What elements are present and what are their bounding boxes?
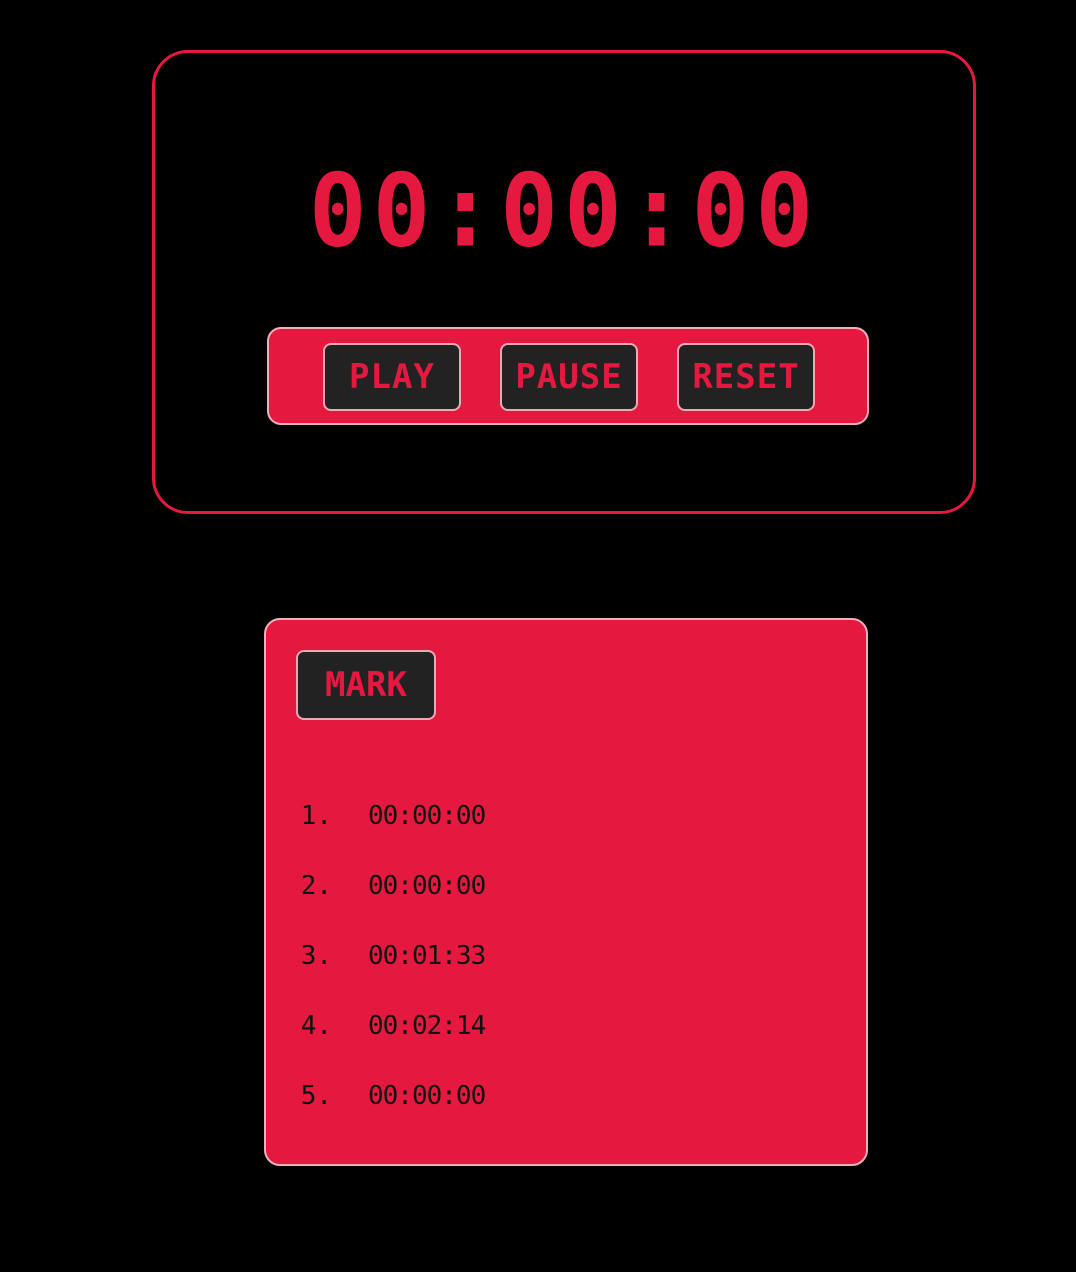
lap-list: 1. 00:00:00 2. 00:00:00 3. 00:01:33 4. 0… (266, 796, 866, 1146)
lap-item: 1. 00:00:00 (266, 796, 866, 866)
lap-item: 3. 00:01:33 (266, 936, 866, 1006)
lap-number: 2. (300, 871, 332, 901)
lap-time: 00:01:33 (368, 941, 486, 971)
lap-number: 1. (300, 801, 332, 831)
play-button[interactable]: PLAY (323, 343, 461, 411)
laps-panel: MARK 1. 00:00:00 2. 00:00:00 3. 00:01:33… (264, 618, 868, 1166)
time-display: 00:00:00 (308, 152, 820, 270)
lap-time: 00:00:00 (368, 871, 486, 901)
lap-item: 4. 00:02:14 (266, 1006, 866, 1076)
lap-number: 3. (300, 941, 332, 971)
stopwatch-panel: 00:00:00 PLAY PAUSE RESET (152, 50, 976, 514)
lap-number: 5. (300, 1081, 332, 1111)
mark-button[interactable]: MARK (296, 650, 436, 720)
pause-button[interactable]: PAUSE (500, 343, 638, 411)
reset-button[interactable]: RESET (677, 343, 815, 411)
lap-time: 00:00:00 (368, 801, 486, 831)
lap-item: 5. 00:00:00 (266, 1076, 866, 1146)
lap-item: 2. 00:00:00 (266, 866, 866, 936)
lap-number: 4. (300, 1011, 332, 1041)
controls-bar: PLAY PAUSE RESET (267, 327, 869, 425)
lap-time: 00:02:14 (368, 1011, 486, 1041)
lap-time: 00:00:00 (368, 1081, 486, 1111)
